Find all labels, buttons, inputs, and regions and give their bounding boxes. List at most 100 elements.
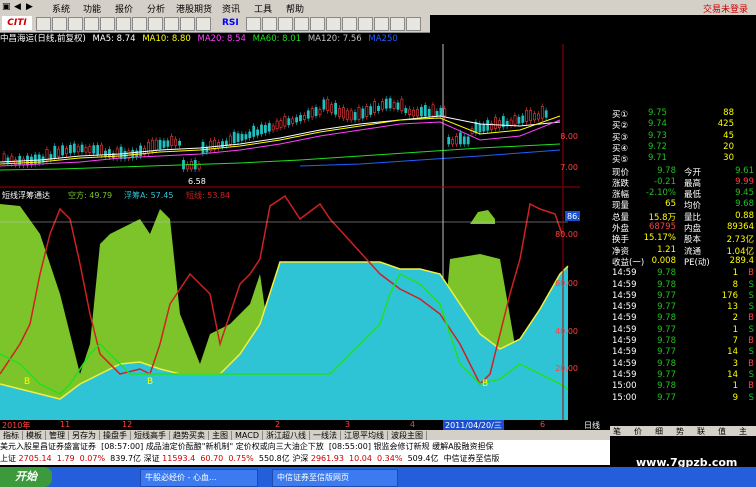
app-icon[interactable]: ▣: [2, 2, 11, 12]
kline-chart[interactable]: 8.00 7.00 6.58 短线浮筹通达 空方: 49.79 浮筹A: 57.…: [0, 44, 580, 420]
trade-login-link[interactable]: 交易未登录: [703, 2, 748, 15]
settings-icon[interactable]: [374, 17, 389, 31]
menu-left-arrow[interactable]: ◀: [14, 2, 21, 12]
tab-short-master[interactable]: 短线高手: [131, 431, 170, 440]
tab-main[interactable]: 主图: [209, 431, 232, 440]
task-browser[interactable]: 牛股必经价 - 心血...: [140, 469, 258, 487]
candle: [88, 146, 92, 153]
tab-indicator[interactable]: 指标: [0, 431, 23, 440]
news-left[interactable]: 美元入股星昌证券盛富证券: [0, 442, 96, 451]
menu-item-system[interactable]: 系统: [52, 2, 70, 15]
candle: [435, 111, 439, 117]
tick-side: S: [748, 290, 754, 301]
tick-time: 14:59: [612, 324, 637, 335]
tick-row-4: 14:59 9.77 13 S: [610, 302, 756, 313]
news-mid[interactable]: 成品油定价酝酿"新机制" 定价权或向三大油企下放: [146, 442, 324, 451]
tick-time: 15:00: [612, 392, 637, 403]
panel-tab-link[interactable]: 联: [697, 426, 705, 437]
menu-item-help[interactable]: 帮助: [286, 2, 304, 15]
chart-icon[interactable]: [84, 17, 99, 31]
news-ticker[interactable]: 美元入股星昌证券盛富证券 [08:57:00] 成品油定价酝酿"新机制" 定价权…: [0, 440, 610, 453]
menu-item-hk-futures[interactable]: 港股期货: [176, 2, 212, 15]
ma-legend: 中昌海运(日线,前复权) MA5: 8.74 MA10: 8.80 MA20: …: [0, 32, 580, 44]
menu-item-news[interactable]: 资讯: [222, 2, 240, 15]
candle: [334, 102, 338, 115]
ma5-label: MA5: 8.74: [92, 34, 136, 44]
buy-label: 买②: [612, 121, 629, 132]
tick-side: B: [748, 358, 754, 369]
menu-item-function[interactable]: 功能: [83, 2, 101, 15]
news-right-time: [08:55:00]: [328, 442, 371, 451]
tick-volume: 3: [732, 358, 738, 369]
grid-icon[interactable]: [278, 17, 293, 31]
menu-item-quote[interactable]: 报价: [115, 2, 133, 15]
tab-gann[interactable]: 江恩平均线: [340, 431, 388, 440]
panel-tab-price[interactable]: 价: [634, 426, 642, 437]
trade-icon[interactable]: [342, 17, 357, 31]
panel-tab-value[interactable]: 值: [718, 426, 726, 437]
tab-manage[interactable]: 管理: [46, 431, 69, 440]
search-icon[interactable]: [116, 17, 131, 31]
start-button[interactable]: 开始: [0, 467, 52, 487]
kline-icon[interactable]: [148, 17, 163, 31]
info-icon[interactable]: [294, 17, 309, 31]
indicator-value-label: 86.29: [567, 212, 580, 221]
rsi-button[interactable]: RSI: [222, 18, 239, 28]
tab-trader[interactable]: 操盘手: [100, 431, 131, 440]
candle: [513, 115, 517, 125]
tab-zhejiang[interactable]: 浙江超八线: [262, 431, 310, 440]
close-icon[interactable]: [406, 17, 421, 31]
candle: [326, 99, 330, 111]
panel-tab-detail[interactable]: 细: [655, 426, 663, 437]
tick-side: S: [748, 302, 754, 313]
stat-value-2: 89364: [726, 222, 754, 232]
tab-template[interactable]: 模板: [23, 431, 46, 440]
candle: [408, 108, 412, 115]
sh-name[interactable]: 上证: [0, 454, 16, 463]
menu-right-arrow[interactable]: ▶: [26, 2, 33, 12]
news-icon[interactable]: [326, 17, 341, 31]
tab-save-as[interactable]: 另存为: [69, 431, 100, 440]
panel-tab-main[interactable]: 主: [739, 426, 747, 437]
tab-one-line[interactable]: 一线法: [309, 431, 341, 440]
tick-volume: 14: [727, 369, 738, 380]
minute-icon[interactable]: [132, 17, 147, 31]
stat-label: 净资: [612, 246, 630, 257]
tab-trend[interactable]: 趋势买卖: [170, 431, 209, 440]
news-right[interactable]: 银监会修订新规 缓解A股融资担保: [374, 442, 494, 451]
ma-line-blue: [299, 149, 561, 167]
print-icon[interactable]: [358, 17, 373, 31]
alert-icon[interactable]: [310, 17, 325, 31]
indicator-icon[interactable]: [262, 17, 277, 31]
panel-tab-trend[interactable]: 势: [676, 426, 684, 437]
zoom-in-icon[interactable]: [164, 17, 179, 31]
panel-tab-trade[interactable]: 笔: [613, 426, 621, 437]
menu-item-analysis[interactable]: 分析: [147, 2, 165, 15]
b-marker-2: B: [147, 377, 153, 387]
zoom-out-icon[interactable]: [180, 17, 195, 31]
period-icon[interactable]: [196, 17, 211, 31]
menu-item-tools[interactable]: 工具: [254, 2, 272, 15]
hs-name[interactable]: 沪深: [292, 454, 308, 463]
tab-macd[interactable]: MACD: [232, 431, 263, 440]
sz-name[interactable]: 深证: [144, 454, 160, 463]
candle: [416, 109, 419, 117]
tab-band[interactable]: 波段主图: [387, 431, 427, 440]
stat-label-2: 最高: [684, 178, 702, 189]
forward-icon[interactable]: [52, 17, 67, 31]
draw-icon[interactable]: [246, 17, 261, 31]
back-icon[interactable]: [36, 17, 51, 31]
task-trading-app[interactable]: 中信证券至信版网页: [272, 469, 398, 487]
candle: [373, 101, 377, 113]
candle: [318, 109, 322, 115]
buy-level-4: 买④ 9.72 20: [610, 142, 756, 154]
candle: [162, 140, 166, 148]
refresh-icon[interactable]: [100, 17, 115, 31]
help-icon[interactable]: [390, 17, 405, 31]
quote-icon[interactable]: [68, 17, 83, 31]
candle: [33, 154, 37, 165]
buy-price: 9.74: [648, 119, 667, 130]
time-label-3: 12: [122, 420, 133, 429]
stat-value: 65: [665, 199, 676, 210]
stat-row-7: 换手 15.17% 股本 2.73亿: [610, 233, 756, 245]
